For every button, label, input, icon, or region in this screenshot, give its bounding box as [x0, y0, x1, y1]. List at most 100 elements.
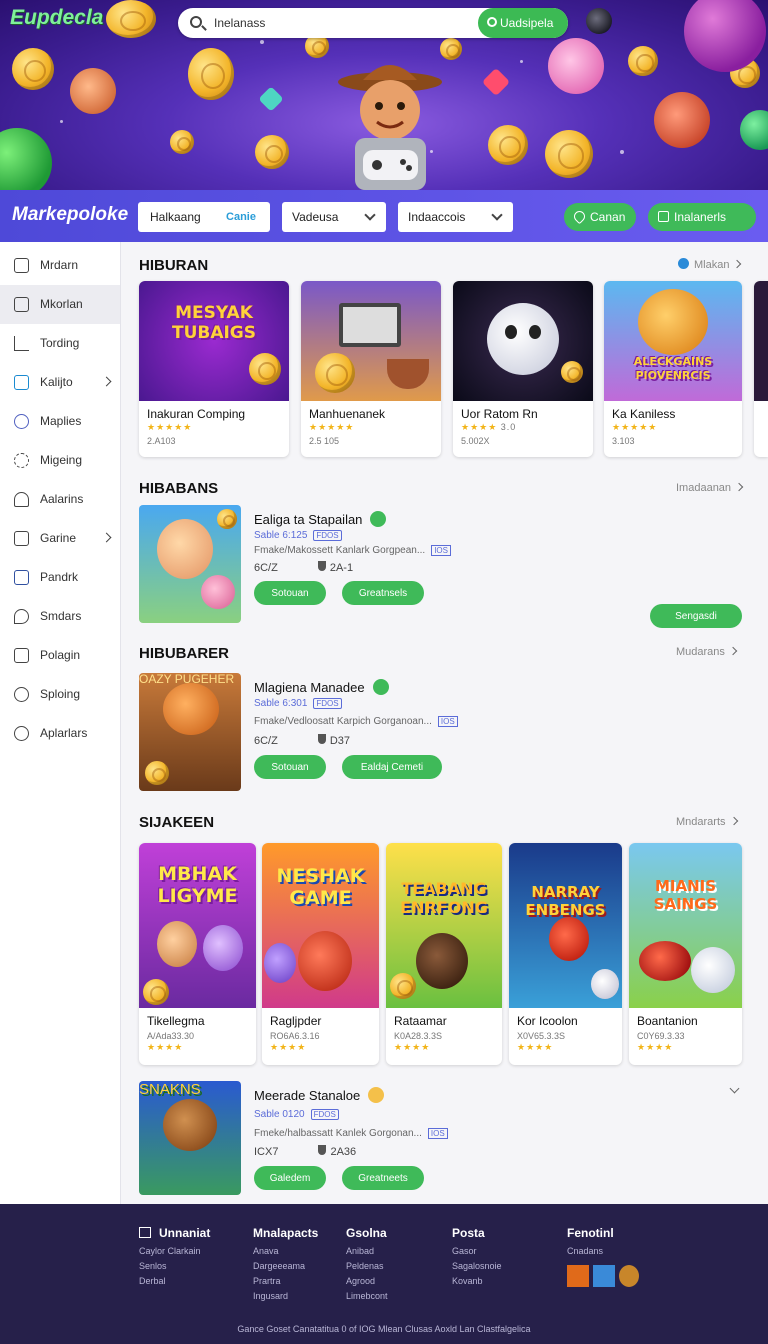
footer-link[interactable]: Ingusard	[253, 1291, 318, 1306]
section-link[interactable]: Imadaanan	[676, 482, 744, 494]
green-ball-icon	[740, 110, 768, 150]
app-icon[interactable]	[567, 1265, 589, 1287]
sidebar-item-monitor[interactable]: Kalijto	[0, 363, 120, 402]
coin-icon	[315, 353, 355, 393]
footer-link[interactable]: Sagalosnoie	[452, 1261, 502, 1276]
footer-link[interactable]: Senlos	[139, 1261, 210, 1276]
social-icons	[567, 1265, 639, 1292]
chevron-down-icon[interactable]	[729, 1083, 740, 1094]
game-card[interactable]: TEABANG ENRFONG Rataamar K0A28.3.3S ★★★★	[386, 843, 502, 1065]
game-card[interactable]: ALECKGAINS PIOVENRCIS Ka Kaniless ★★★★★ …	[604, 281, 742, 457]
item-meta-1: 6C/Z	[254, 735, 278, 747]
sidebar-item-history[interactable]: Aplarlars	[0, 714, 120, 753]
game-card[interactable]: MIANIS SAINGS Boantanion C0Y69.3.33 ★★★★	[629, 843, 742, 1065]
sidebar-item-settings[interactable]: Migeing	[0, 441, 120, 480]
footer-link[interactable]: Caylor Clarkain	[139, 1246, 210, 1261]
brand-logo[interactable]: Eupdecla	[10, 6, 103, 30]
item-primary-button[interactable]: Sotouan	[254, 755, 326, 779]
game-card[interactable]: NARRAY ENBENGS Kor Icoolon X0V65.3.3S ★★…	[509, 843, 622, 1065]
search-button[interactable]: Uadsipela	[478, 8, 568, 38]
game-card[interactable]: Uor Ratom Rn ★★★★ 3.0 5.002X	[453, 281, 593, 457]
list-item[interactable]: SNAKNS Meerade Stanaloe Sable 0120 FDOS F…	[139, 1081, 742, 1199]
seal-character-icon	[691, 947, 735, 993]
rating-stars: ★★★★	[517, 1042, 554, 1052]
item-secondary-button[interactable]: Greatneets	[342, 1166, 424, 1190]
item-meta-2-text: D37	[329, 735, 351, 747]
copyright: Gance Goset Canatatitua 0 of IOG Mlean C…	[237, 1324, 531, 1334]
pin-icon	[14, 609, 29, 624]
footer-heading: Fenotinl	[567, 1226, 614, 1240]
sidebar-item-media[interactable]: Pandrk	[0, 558, 120, 597]
game-card[interactable]: Manhuenanek ★★★★★ 2.5 105	[301, 281, 441, 457]
game-card[interactable]: NESHAK GAME Ragljpder RO6A6.3.16 ★★★★	[262, 843, 379, 1065]
platform-badge: IOS	[437, 716, 458, 727]
footer-link[interactable]: Anava	[253, 1246, 318, 1261]
item-primary-button[interactable]: Sotouan	[254, 581, 326, 605]
section-title: HIBUBARER	[139, 645, 229, 662]
sidebar-item-calendar[interactable]: Polagin	[0, 636, 120, 675]
section-link[interactable]: Mudarans	[676, 646, 738, 658]
sidebar-item-globe[interactable]: Maplies	[0, 402, 120, 441]
section-link[interactable]: Mlakan	[678, 258, 742, 271]
coin-icon	[255, 135, 289, 169]
marketplace-logo[interactable]: Markepoloke	[12, 204, 128, 226]
footer-link[interactable]: Prartra	[253, 1276, 318, 1291]
footer-link[interactable]: Limebcont	[346, 1291, 388, 1306]
item-secondary-button[interactable]: Ealdaj Cemeti	[342, 755, 442, 779]
chevron-right-icon	[733, 259, 742, 269]
sidebar-item-folder[interactable]: Mkorlan	[0, 285, 120, 324]
game-title: Tikellegma	[147, 1014, 205, 1028]
filter-select-2[interactable]: Indaaccois	[398, 202, 513, 232]
sidebar-item-clock[interactable]: Sploing	[0, 675, 120, 714]
search-input[interactable]	[214, 14, 444, 32]
section-link-label: Imadaanan	[676, 482, 732, 494]
sidebar-item-user[interactable]: Aalarins	[0, 480, 120, 519]
platform-badge: IOS	[431, 545, 451, 556]
item-secondary-button[interactable]: Greatnsels	[342, 581, 424, 605]
footer-link[interactable]: Agrood	[346, 1276, 388, 1291]
item-description: Fmake/Makossett Kanlark Gorgpean... IOS	[254, 545, 451, 556]
home-button[interactable]: Inalanerls	[648, 203, 756, 231]
game-card[interactable]: MBHAK LIGYME Tikellegma A/Ada33.30 ★★★★	[139, 843, 256, 1065]
footer-link[interactable]: Kovanb	[452, 1276, 502, 1291]
section-title: HIBURAN	[139, 257, 209, 274]
list-item[interactable]: OAZY PUGEHER Mlagiena Manadee Sable 6:30…	[139, 673, 742, 793]
footer-link[interactable]: Anibad	[346, 1246, 388, 1261]
footer-link[interactable]: Gasor	[452, 1246, 502, 1261]
game-thumbnail: SNAKNS	[139, 1081, 241, 1195]
gem-icon	[481, 67, 511, 97]
panda-character-icon	[591, 969, 619, 999]
filter-select-1[interactable]: Vadeusa	[282, 202, 386, 232]
search-bar: Uadsipela	[178, 8, 568, 38]
game-card-partial[interactable]	[754, 281, 768, 457]
footer-heading-text: Unnaniat	[159, 1226, 211, 1240]
list-item[interactable]: Ealiga ta Stapailan Sable 6:125 FDOS Fmak…	[139, 505, 742, 625]
footer-link[interactable]: Cnadans	[567, 1246, 639, 1261]
sidebar-item-trending[interactable]: Tording	[0, 324, 120, 363]
sidebar-item-label: Garine	[40, 531, 77, 545]
game-card[interactable]: MESYAK TUBAIGS Inakuran Comping ★★★★★ 2.…	[139, 281, 289, 457]
section-action-button[interactable]: Sengasdi	[650, 604, 742, 628]
game-title: Manhuenanek	[309, 407, 386, 421]
sidebar-item-document[interactable]: Garine	[0, 519, 120, 558]
sidebar-item-pin[interactable]: Smdars	[0, 597, 120, 636]
wishlist-button[interactable]: Canan	[564, 203, 636, 231]
chevron-right-icon	[729, 816, 738, 826]
footer-link[interactable]: Peldenas	[346, 1261, 388, 1276]
mascot-icon[interactable]	[619, 1265, 639, 1287]
section-link[interactable]: Mndararts	[676, 816, 738, 828]
game-thumbnail	[754, 281, 768, 401]
game-title: Ka Kaniless	[612, 407, 676, 421]
footer-link[interactable]: Derbal	[139, 1276, 210, 1291]
sidebar-item-home[interactable]: Mrdarn	[0, 246, 120, 285]
item-primary-button[interactable]: Galedem	[254, 1166, 326, 1190]
coin-icon	[440, 38, 462, 60]
footer-column-5: Fenotinl Cnadans	[567, 1226, 639, 1292]
coin-icon	[145, 761, 169, 785]
game-downloads: 2.A103	[147, 436, 176, 446]
game-downloads: X0V65.3.3S	[517, 1031, 566, 1041]
footer-link[interactable]: Dargeeeama	[253, 1261, 318, 1276]
footer-heading: Posta	[452, 1226, 485, 1240]
app-icon[interactable]	[593, 1265, 615, 1287]
filter-input[interactable]: Halkaang Canie	[138, 202, 270, 232]
